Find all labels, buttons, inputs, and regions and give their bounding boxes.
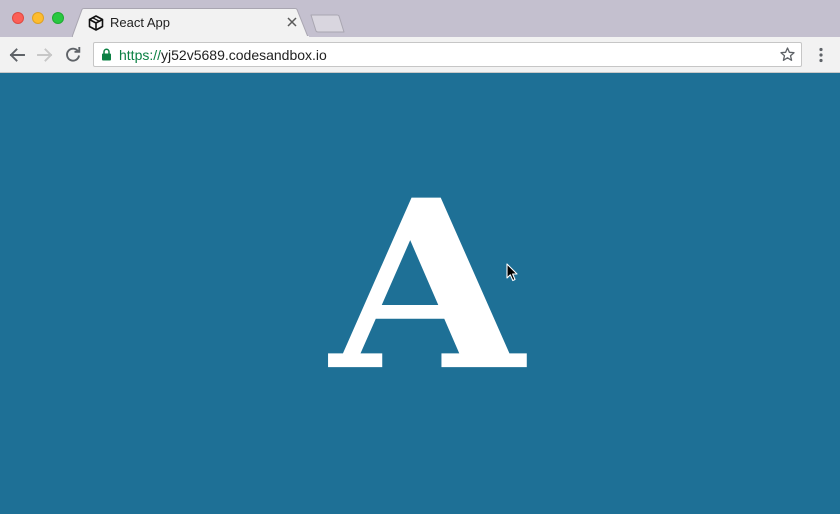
display-letter: A [330, 148, 524, 422]
close-icon[interactable] [286, 16, 298, 28]
url-text: https://yj52v5689.codesandbox.io [119, 47, 327, 63]
page-content: A [0, 73, 840, 514]
tab-background [72, 8, 309, 37]
url-host: yj52v5689.codesandbox.io [161, 47, 327, 63]
reload-icon[interactable] [64, 46, 82, 64]
lock-icon [102, 48, 111, 61]
url-scheme: https:// [119, 47, 162, 63]
tab-title: React App [110, 15, 170, 30]
browser-toolbar: https://yj52v5689.codesandbox.io [0, 37, 840, 73]
arrow-right-icon[interactable] [36, 46, 54, 64]
window-minimize-button[interactable] [32, 12, 44, 24]
star-icon[interactable] [780, 47, 795, 62]
tab-strip: React App [0, 0, 840, 37]
browser-window: React App https://yj52v5689.codesandbox.… [0, 0, 840, 514]
window-close-button[interactable] [12, 12, 24, 24]
new-tab-button[interactable] [310, 14, 346, 33]
arrow-left-icon[interactable] [8, 46, 26, 64]
tab-react-app[interactable]: React App [72, 8, 310, 37]
more-vertical-icon[interactable] [816, 47, 826, 63]
address-bar[interactable]: https://yj52v5689.codesandbox.io [93, 42, 802, 67]
window-maximize-button[interactable] [52, 12, 64, 24]
codesandbox-cube-icon [88, 15, 104, 31]
mouse-cursor-icon [506, 263, 518, 282]
